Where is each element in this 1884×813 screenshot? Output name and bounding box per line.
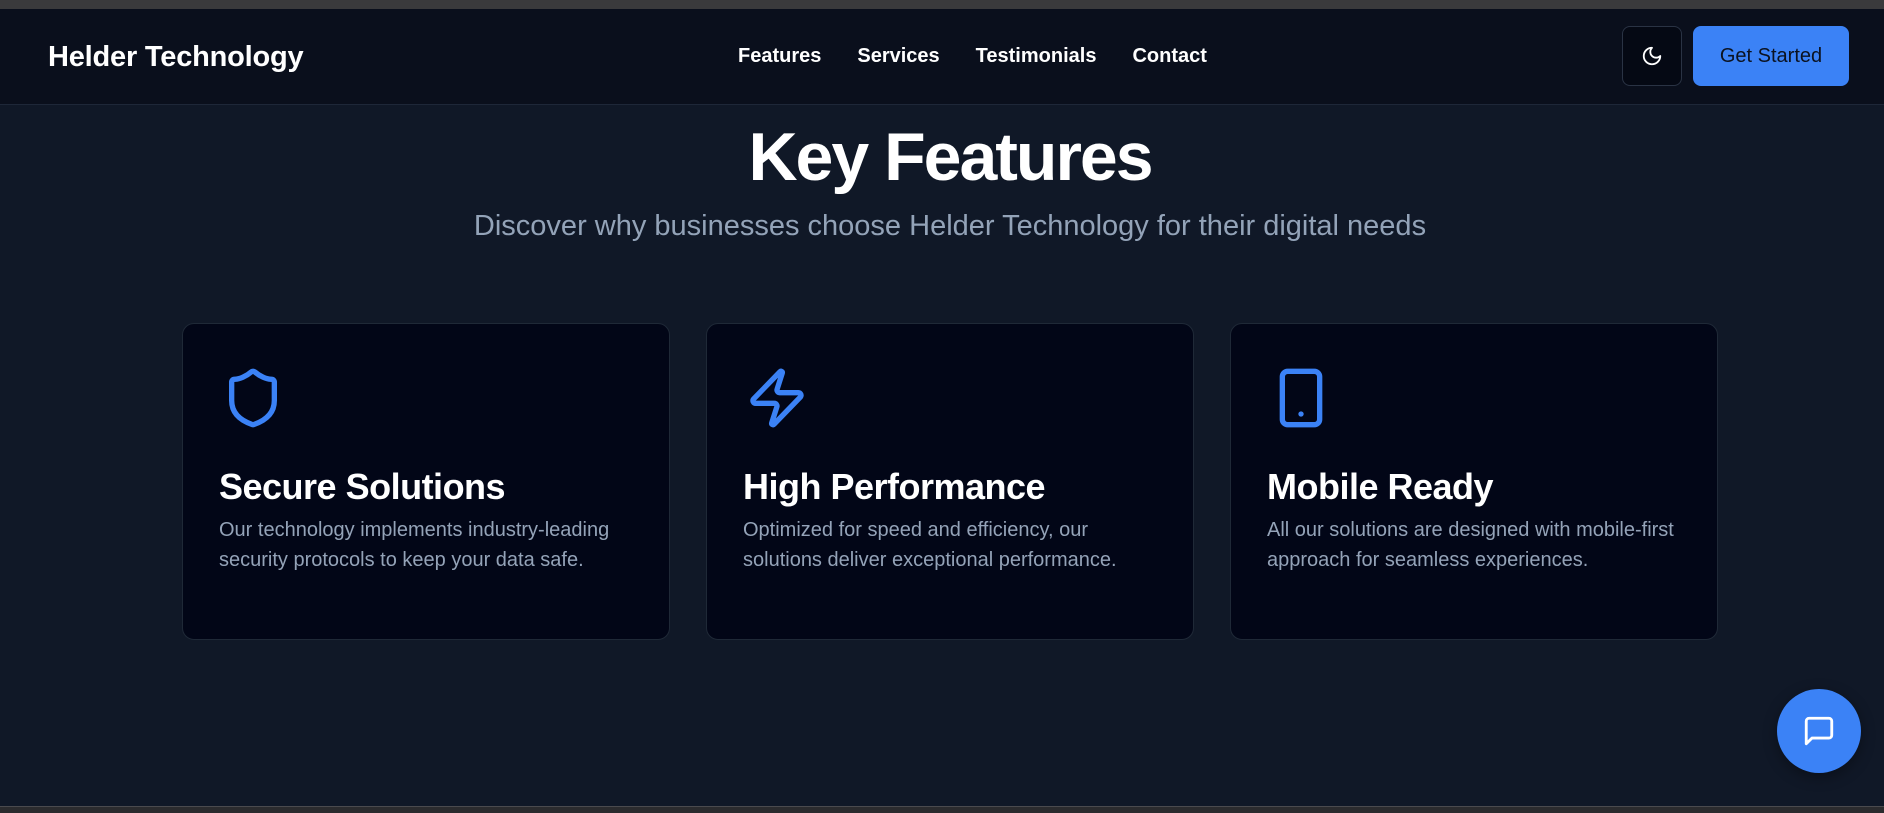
main-nav: Features Services Testimonials Contact <box>738 45 1207 68</box>
site-header: Helder Technology Features Services Test… <box>0 9 1884 105</box>
lightning-icon <box>750 368 804 428</box>
card-description: Our technology implements industry-leadi… <box>219 519 610 571</box>
card-description: Optimized for speed and efficiency, our … <box>743 519 1117 571</box>
feature-card-performance: High Performance Optimized for speed and… <box>706 323 1194 640</box>
feature-card-mobile: Mobile Ready All our solutions are desig… <box>1230 323 1718 640</box>
card-title: Secure Solutions <box>219 466 506 507</box>
shield-icon <box>229 368 277 428</box>
feature-card-secure: Secure Solutions Our technology implemen… <box>182 323 670 640</box>
chat-button[interactable] <box>1777 689 1861 773</box>
brand-logo[interactable]: Helder Technology <box>48 41 304 74</box>
smartphone-icon <box>1279 368 1323 428</box>
card-description: All our solutions are designed with mobi… <box>1267 519 1674 571</box>
nav-testimonials[interactable]: Testimonials <box>976 45 1097 68</box>
features-title: Key Features <box>748 119 1153 195</box>
nav-services[interactable]: Services <box>857 45 939 68</box>
card-title: High Performance <box>743 466 1046 507</box>
nav-contact[interactable]: Contact <box>1132 45 1206 68</box>
get-started-button[interactable]: Get Started <box>1693 26 1849 86</box>
nav-features[interactable]: Features <box>738 45 821 68</box>
card-title: Mobile Ready <box>1267 466 1494 507</box>
window-top-strip <box>0 0 1884 9</box>
theme-toggle-button[interactable] <box>1622 26 1682 86</box>
moon-icon <box>1642 46 1662 66</box>
message-square-icon <box>1804 716 1834 746</box>
features-subtitle: Discover why businesses choose Helder Te… <box>473 210 1427 242</box>
window-bottom-strip <box>0 806 1884 813</box>
